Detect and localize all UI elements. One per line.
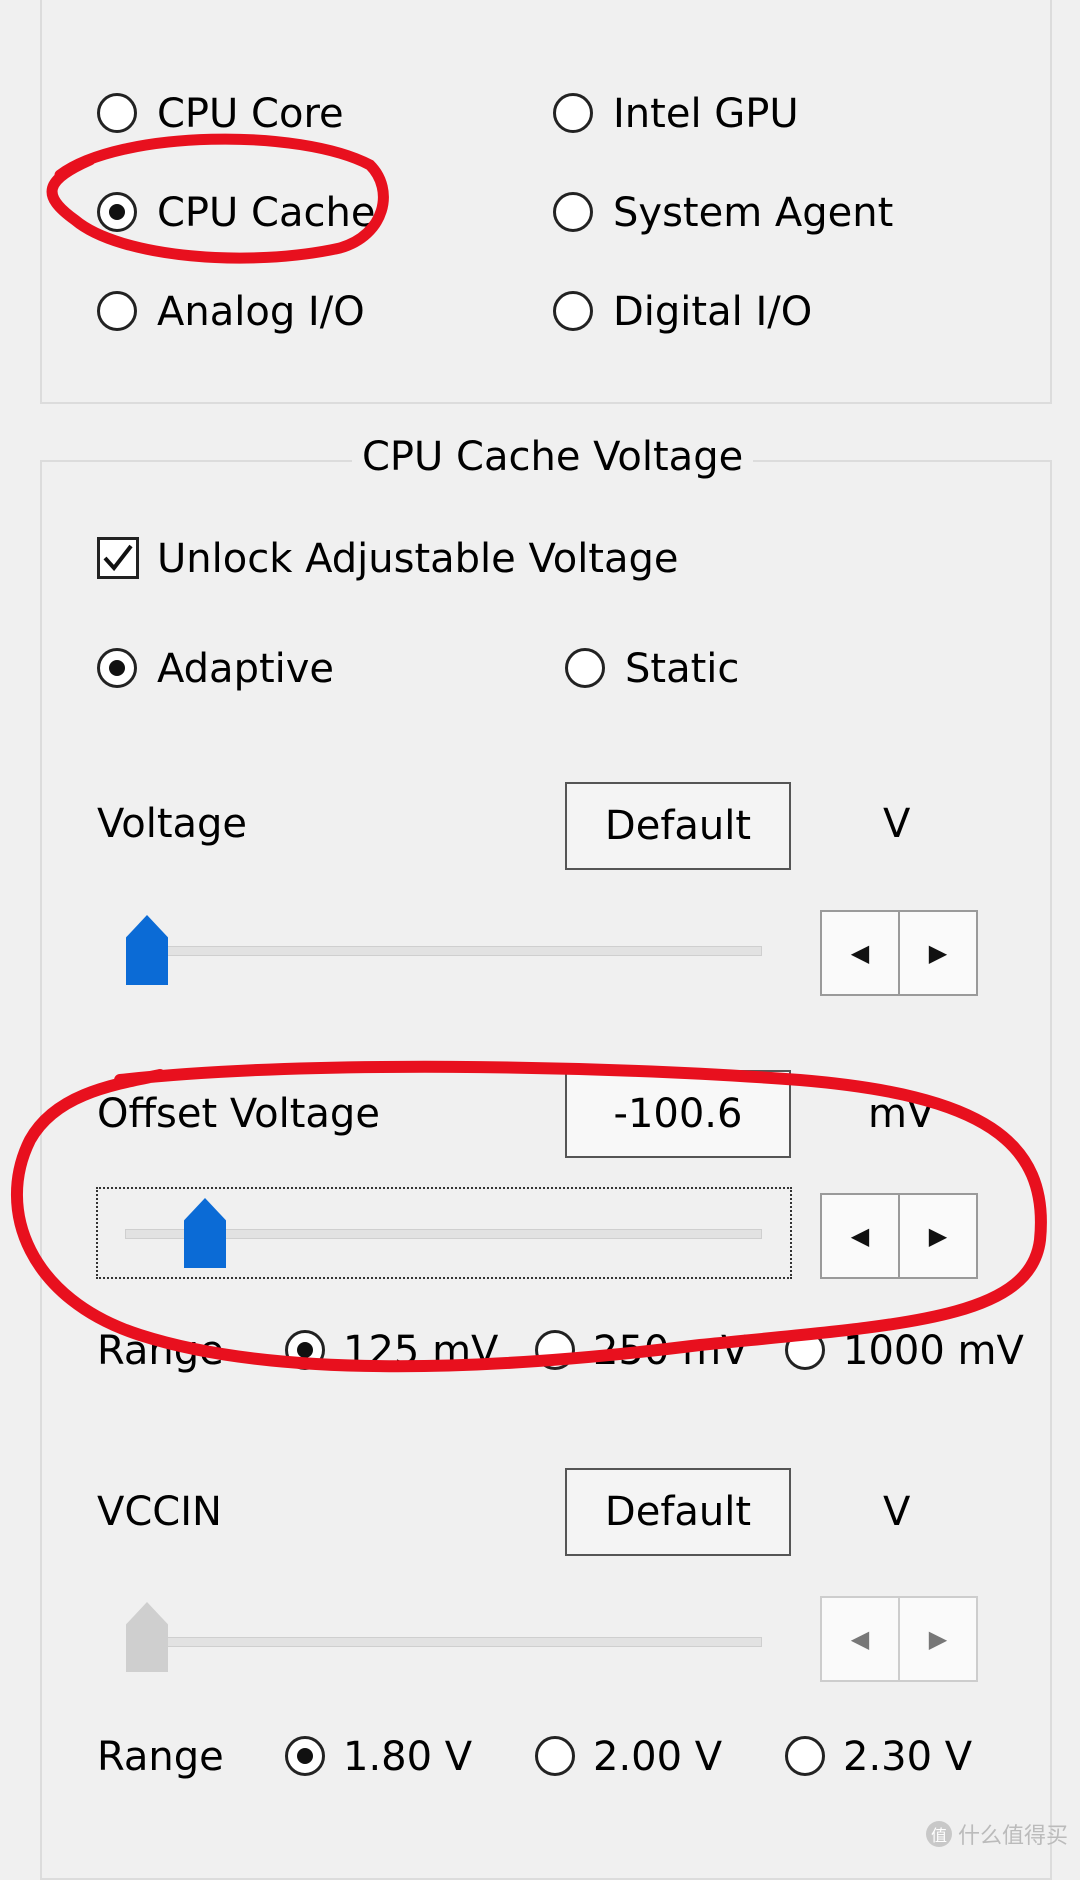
radio-cpu-cache[interactable] (97, 192, 137, 232)
voltage-unit: V (883, 801, 911, 847)
watermark-text: 什么值得买 (957, 1824, 1068, 1849)
radio-vccin-200-label[interactable]: 2.00 V (593, 1733, 722, 1781)
radio-digital-io-label[interactable]: Digital I/O (613, 288, 812, 336)
radio-offset-250mv-label[interactable]: 250 mV (593, 1327, 748, 1375)
voltage-spin[interactable]: ◀ ▶ (820, 910, 978, 996)
radio-intel-gpu-label[interactable]: Intel GPU (613, 90, 799, 138)
arrow-left-icon[interactable]: ◀ (822, 1195, 900, 1277)
offset-voltage-label: Offset Voltage (97, 1091, 380, 1137)
radio-offset-1000mv[interactable] (785, 1330, 825, 1370)
arrow-left-icon[interactable]: ◀ (822, 912, 900, 994)
checkbox-check-icon (103, 544, 133, 572)
radio-selected-dot (109, 660, 125, 676)
vccin-spin: ◀ ▶ (820, 1596, 978, 1682)
radio-static[interactable] (565, 648, 605, 688)
radio-system-agent[interactable] (553, 192, 593, 232)
vccin-slider-track (135, 1637, 762, 1647)
voltage-label: Voltage (97, 801, 248, 847)
radio-cpu-core-label[interactable]: CPU Core (157, 90, 344, 138)
radio-selected-dot (109, 204, 125, 220)
radio-offset-250mv[interactable] (535, 1330, 575, 1370)
arrow-left-icon: ◀ (822, 1598, 900, 1680)
radio-cpu-core[interactable] (97, 93, 137, 133)
radio-selected-dot (297, 1748, 313, 1764)
radio-vccin-230[interactable] (785, 1736, 825, 1776)
group-title: CPU Cache Voltage (352, 434, 754, 480)
radio-offset-1000mv-label[interactable]: 1000 mV (843, 1327, 1024, 1375)
vccin-default-button[interactable]: Default (565, 1468, 791, 1556)
offset-range-label: Range (97, 1328, 224, 1374)
radio-vccin-180[interactable] (285, 1736, 325, 1776)
radio-static-label[interactable]: Static (625, 645, 739, 693)
radio-selected-dot (297, 1342, 313, 1358)
radio-adaptive[interactable] (97, 648, 137, 688)
watermark-logo-icon: 值 (925, 1821, 952, 1847)
voltage-default-button[interactable]: Default (565, 782, 791, 870)
radio-vccin-180-label[interactable]: 1.80 V (343, 1733, 472, 1781)
watermark: 值 什么值得买 (925, 1818, 1068, 1850)
radio-intel-gpu[interactable] (553, 93, 593, 133)
arrow-right-icon: ▶ (928, 1625, 948, 1653)
arrow-right-icon[interactable]: ▶ (900, 1195, 976, 1277)
radio-vccin-230-label[interactable]: 2.30 V (843, 1733, 972, 1781)
radio-analog-io-label[interactable]: Analog I/O (157, 288, 365, 336)
radio-system-agent-label[interactable]: System Agent (613, 189, 893, 237)
radio-offset-125mv[interactable] (285, 1330, 325, 1370)
radio-vccin-200[interactable] (535, 1736, 575, 1776)
unlock-checkbox[interactable] (97, 537, 139, 579)
offset-voltage-unit: mV (868, 1091, 935, 1137)
offset-spin[interactable]: ◀ ▶ (820, 1193, 978, 1279)
unlock-label[interactable]: Unlock Adjustable Voltage (157, 535, 679, 583)
vccin-label: VCCIN (97, 1489, 222, 1535)
radio-digital-io[interactable] (553, 291, 593, 331)
vccin-range-label: Range (97, 1734, 224, 1780)
arrow-right-icon[interactable]: ▶ (900, 912, 976, 994)
voltage-slider-track[interactable] (135, 946, 762, 956)
radio-cpu-cache-label[interactable]: CPU Cache (157, 189, 375, 237)
radio-offset-125mv-label[interactable]: 125 mV (343, 1327, 498, 1375)
radio-adaptive-label[interactable]: Adaptive (157, 645, 334, 693)
vccin-unit: V (883, 1489, 911, 1535)
radio-analog-io[interactable] (97, 291, 137, 331)
offset-voltage-value[interactable]: -100.6 (565, 1070, 791, 1158)
